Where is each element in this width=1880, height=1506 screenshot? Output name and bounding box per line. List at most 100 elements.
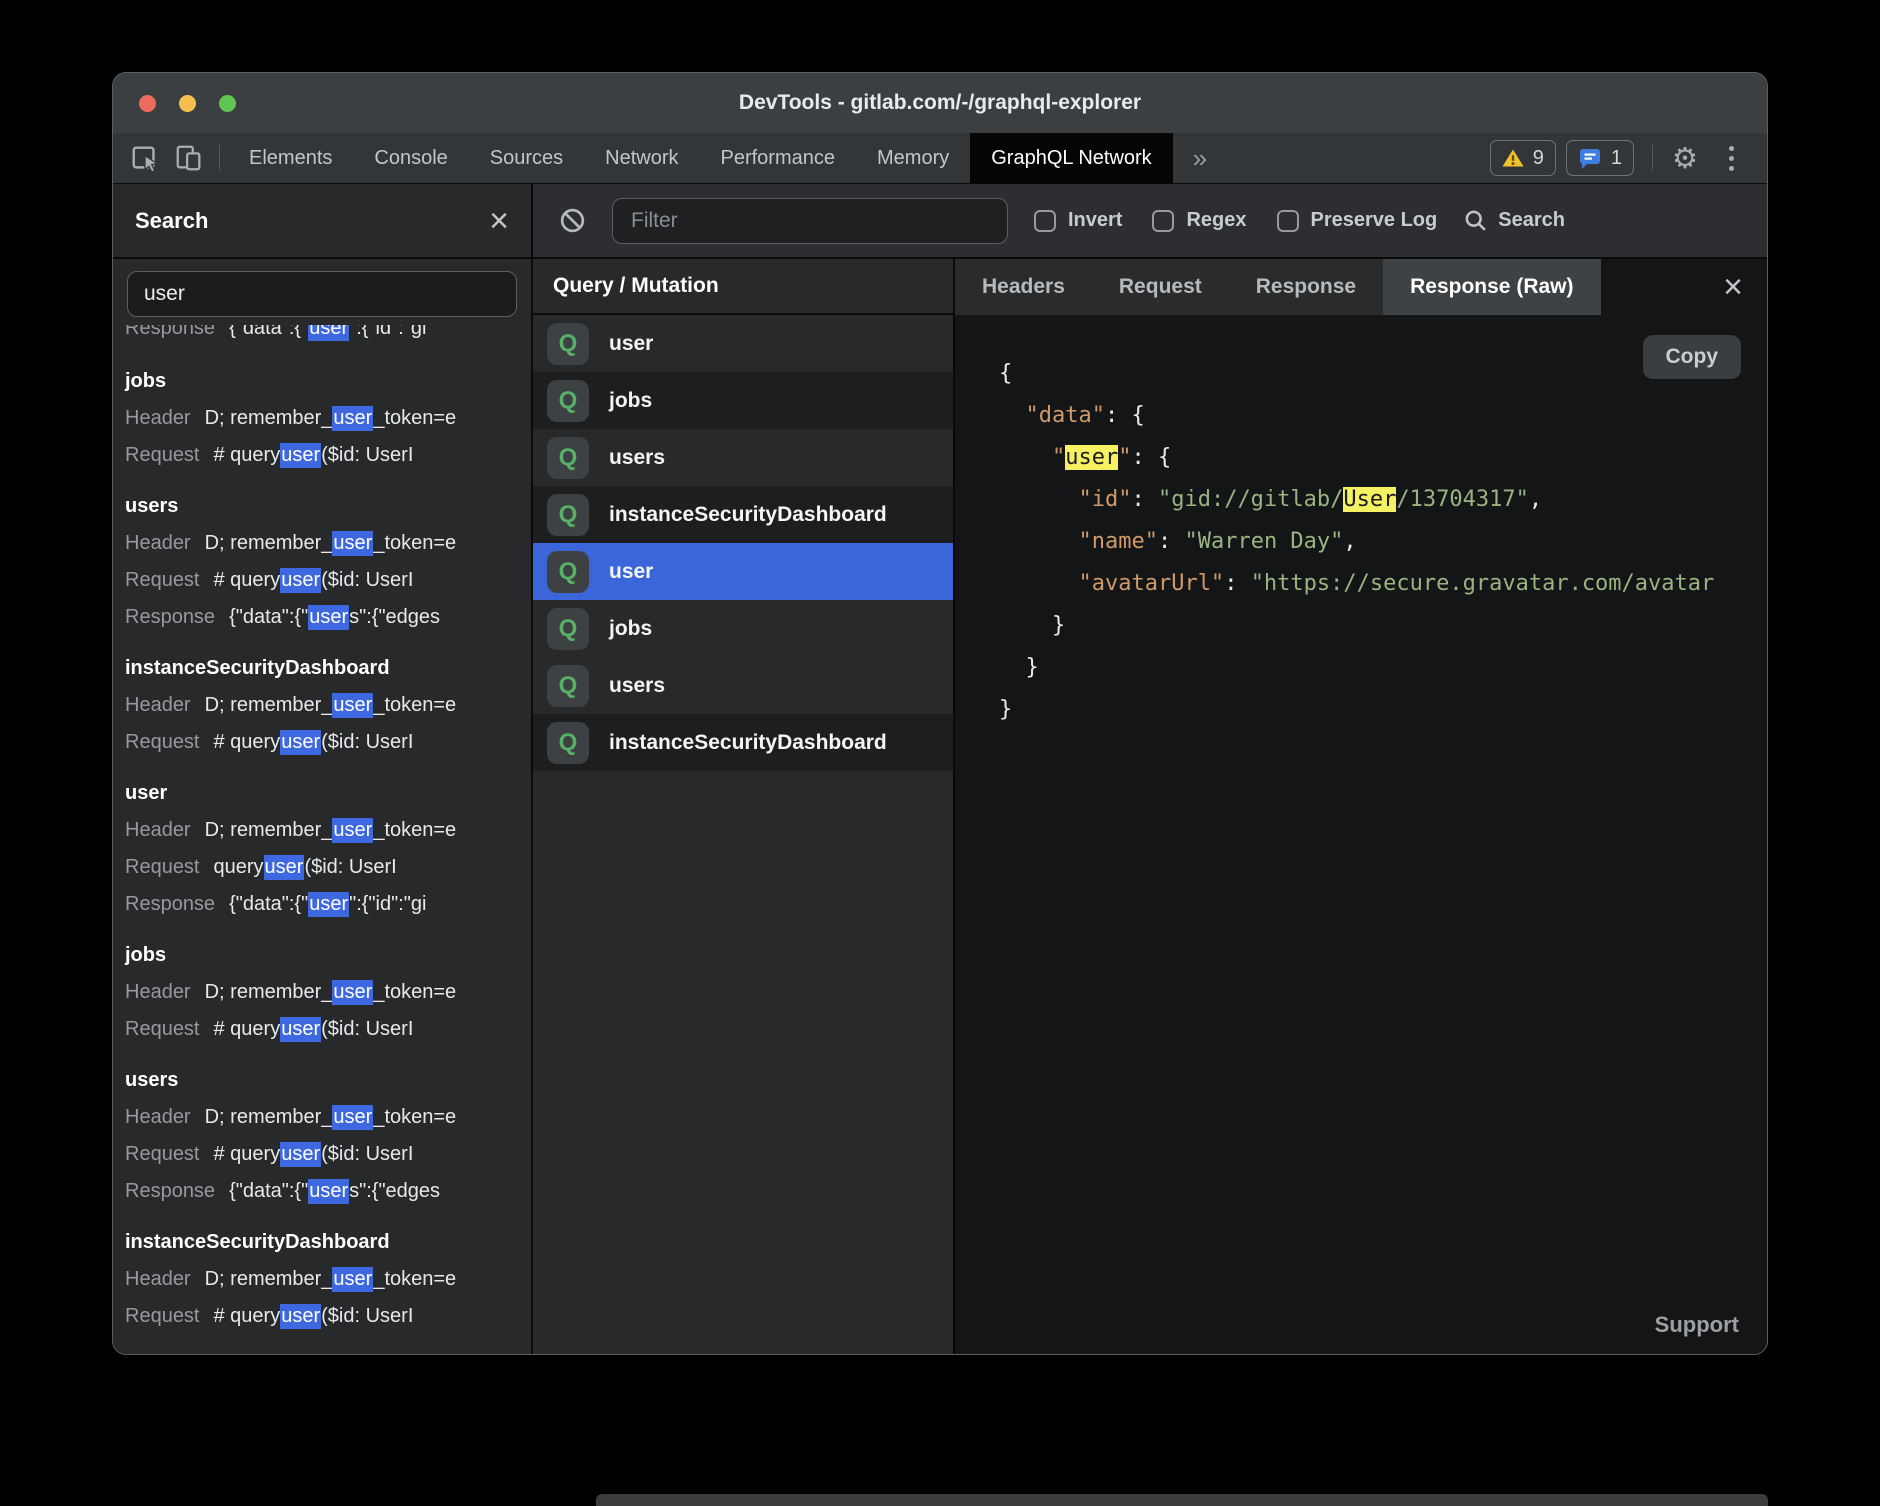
result-group-title[interactable]: user — [125, 775, 531, 812]
detail-tab-response[interactable]: Response — [1229, 259, 1383, 315]
search-result-line[interactable]: Response{"data":{"user":{"id":"gi — [125, 886, 531, 923]
result-line-label: Header — [125, 532, 191, 555]
result-line-label: Header — [125, 407, 191, 430]
checkbox-box — [1152, 210, 1174, 232]
result-text: D; remember_ — [205, 407, 333, 430]
search-result-line[interactable]: HeaderD; remember_user_token=e — [125, 974, 531, 1011]
query-row-instancesecuritydashboard[interactable]: QinstanceSecurityDashboard — [533, 714, 953, 771]
result-text: ($id: UserI — [321, 1018, 413, 1041]
query-row-jobs[interactable]: Qjobs — [533, 372, 953, 429]
search-result-line[interactable]: HeaderD; remember_user_token=e — [125, 1099, 531, 1136]
checkbox-regex[interactable]: Regex — [1152, 209, 1246, 232]
search-result-line[interactable]: Response{"data":{"users":{"edges — [125, 1173, 531, 1210]
checkbox-invert[interactable]: Invert — [1034, 209, 1122, 232]
tab-memory[interactable]: Memory — [856, 133, 970, 183]
search-toggle[interactable]: Search — [1463, 208, 1565, 233]
close-window-button[interactable] — [139, 95, 156, 112]
code-line: "data": { — [999, 395, 1767, 437]
search-result-line[interactable]: HeaderD; remember_user_token=e — [125, 525, 531, 562]
code-line: "user": { — [999, 437, 1767, 479]
minimize-window-button[interactable] — [179, 95, 196, 112]
result-group-title[interactable]: users — [125, 488, 531, 525]
search-result-line[interactable]: HeaderD; remember_user_token=e — [125, 812, 531, 849]
search-result-line[interactable]: HeaderD; remember_user_token=e — [125, 687, 531, 724]
code-token: : — [1158, 529, 1185, 554]
query-row-user[interactable]: Quser — [533, 543, 953, 600]
match-highlight: user — [264, 855, 305, 880]
search-result-line[interactable]: Request# query user ($id: UserI — [125, 724, 531, 761]
result-line-label: Response — [125, 893, 215, 916]
clear-block-icon[interactable] — [559, 207, 586, 234]
clipped-result-row: Response{"data":{"user":{"id":"gi — [125, 325, 531, 349]
maximize-window-button[interactable] — [219, 95, 236, 112]
support-link[interactable]: Support — [1655, 1312, 1739, 1338]
close-search-panel-icon[interactable]: × — [489, 204, 509, 238]
query-type-badge: Q — [547, 665, 589, 707]
query-row-instancesecuritydashboard[interactable]: QinstanceSecurityDashboard — [533, 486, 953, 543]
code-token: "name" — [1078, 529, 1157, 554]
code-token: } — [999, 655, 1039, 680]
result-group-title[interactable]: instanceSecurityDashboard — [125, 650, 531, 687]
code-token: "id" — [1078, 487, 1131, 512]
search-result-line[interactable]: HeaderD; remember_user_token=e — [125, 1261, 531, 1298]
search-result-line[interactable]: Request# query user ($id: UserI — [125, 1011, 531, 1048]
search-result-line[interactable]: Requestquery user ($id: UserI — [125, 849, 531, 886]
query-type-badge: Q — [547, 722, 589, 764]
detail-tab-request[interactable]: Request — [1092, 259, 1229, 315]
search-result-line[interactable]: Request# query user ($id: UserI — [125, 1136, 531, 1173]
close-detail-icon[interactable]: × — [1699, 259, 1767, 315]
checkbox-preserve-log[interactable]: Preserve Log — [1277, 209, 1438, 232]
issues-warning-badge[interactable]: 9 — [1490, 140, 1556, 176]
result-group-title[interactable]: jobs — [125, 937, 531, 974]
title-bar: DevTools - gitlab.com/-/graphql-explorer — [113, 73, 1767, 133]
result-text: {"data":{" — [229, 325, 308, 340]
query-row-users[interactable]: Qusers — [533, 429, 953, 486]
search-result-line[interactable]: Response{"data":{"users":{"edges — [125, 599, 531, 636]
search-result-group: userHeaderD; remember_user_token=eReques… — [125, 775, 531, 923]
tab-console[interactable]: Console — [353, 133, 468, 183]
messages-badge[interactable]: 1 — [1566, 140, 1634, 176]
result-text: _token=e — [373, 694, 456, 717]
search-result-line[interactable]: Request# query user ($id: UserI — [125, 562, 531, 599]
copy-button[interactable]: Copy — [1643, 335, 1742, 379]
search-result-line[interactable]: Request# query user ($id: UserI — [125, 437, 531, 474]
match-highlight: user — [332, 406, 373, 431]
tab-elements[interactable]: Elements — [228, 133, 353, 183]
result-group-title[interactable]: instanceSecurityDashboard — [125, 1224, 531, 1261]
search-input[interactable] — [127, 271, 517, 317]
search-result-line[interactable]: Response{"data":{"user":{"id":"gi — [125, 325, 531, 347]
result-group-title[interactable]: users — [125, 1062, 531, 1099]
query-row-user[interactable]: Quser — [533, 315, 953, 372]
filter-input[interactable] — [612, 198, 1008, 244]
tab-sources[interactable]: Sources — [469, 133, 584, 183]
tab-network[interactable]: Network — [584, 133, 699, 183]
result-text: query — [214, 856, 264, 879]
tab-performance[interactable]: Performance — [700, 133, 857, 183]
result-text: s":{"edges — [349, 606, 440, 629]
match-highlight: user — [332, 980, 373, 1005]
result-line-label: Response — [125, 606, 215, 629]
menu-kebab-icon[interactable] — [1709, 133, 1753, 183]
detail-tab-headers[interactable]: Headers — [955, 259, 1092, 315]
query-row-label: jobs — [609, 389, 652, 413]
search-result-line[interactable]: HeaderD; remember_user_token=e — [125, 400, 531, 437]
result-text: ($id: UserI — [321, 1305, 413, 1328]
search-result-group: instanceSecurityDashboardHeaderD; rememb… — [125, 1224, 531, 1335]
tab-graphql-network[interactable]: GraphQL Network — [970, 133, 1172, 183]
result-text: # query — [214, 731, 281, 754]
checkbox-label: Invert — [1068, 209, 1122, 232]
result-group-title[interactable]: jobs — [125, 363, 531, 400]
detail-tab-response-raw[interactable]: Response (Raw) — [1383, 259, 1600, 315]
search-result-group: jobsHeaderD; remember_user_token=eReques… — [125, 363, 531, 474]
query-row-users[interactable]: Qusers — [533, 657, 953, 714]
settings-gear-icon[interactable]: ⚙ — [1661, 133, 1709, 183]
device-toolbar-icon[interactable] — [167, 133, 211, 183]
code-token: : — [1224, 571, 1251, 596]
panel-tabs: ElementsConsoleSourcesNetworkPerformance… — [228, 133, 1173, 183]
query-row-jobs[interactable]: Qjobs — [533, 600, 953, 657]
result-line-label: Header — [125, 819, 191, 842]
query-list: QuserQjobsQusersQinstanceSecurityDashboa… — [533, 315, 953, 1354]
more-tabs-chevron[interactable]: » — [1173, 133, 1227, 183]
search-result-line[interactable]: Request# query user ($id: UserI — [125, 1298, 531, 1335]
inspect-element-icon[interactable] — [123, 133, 167, 183]
